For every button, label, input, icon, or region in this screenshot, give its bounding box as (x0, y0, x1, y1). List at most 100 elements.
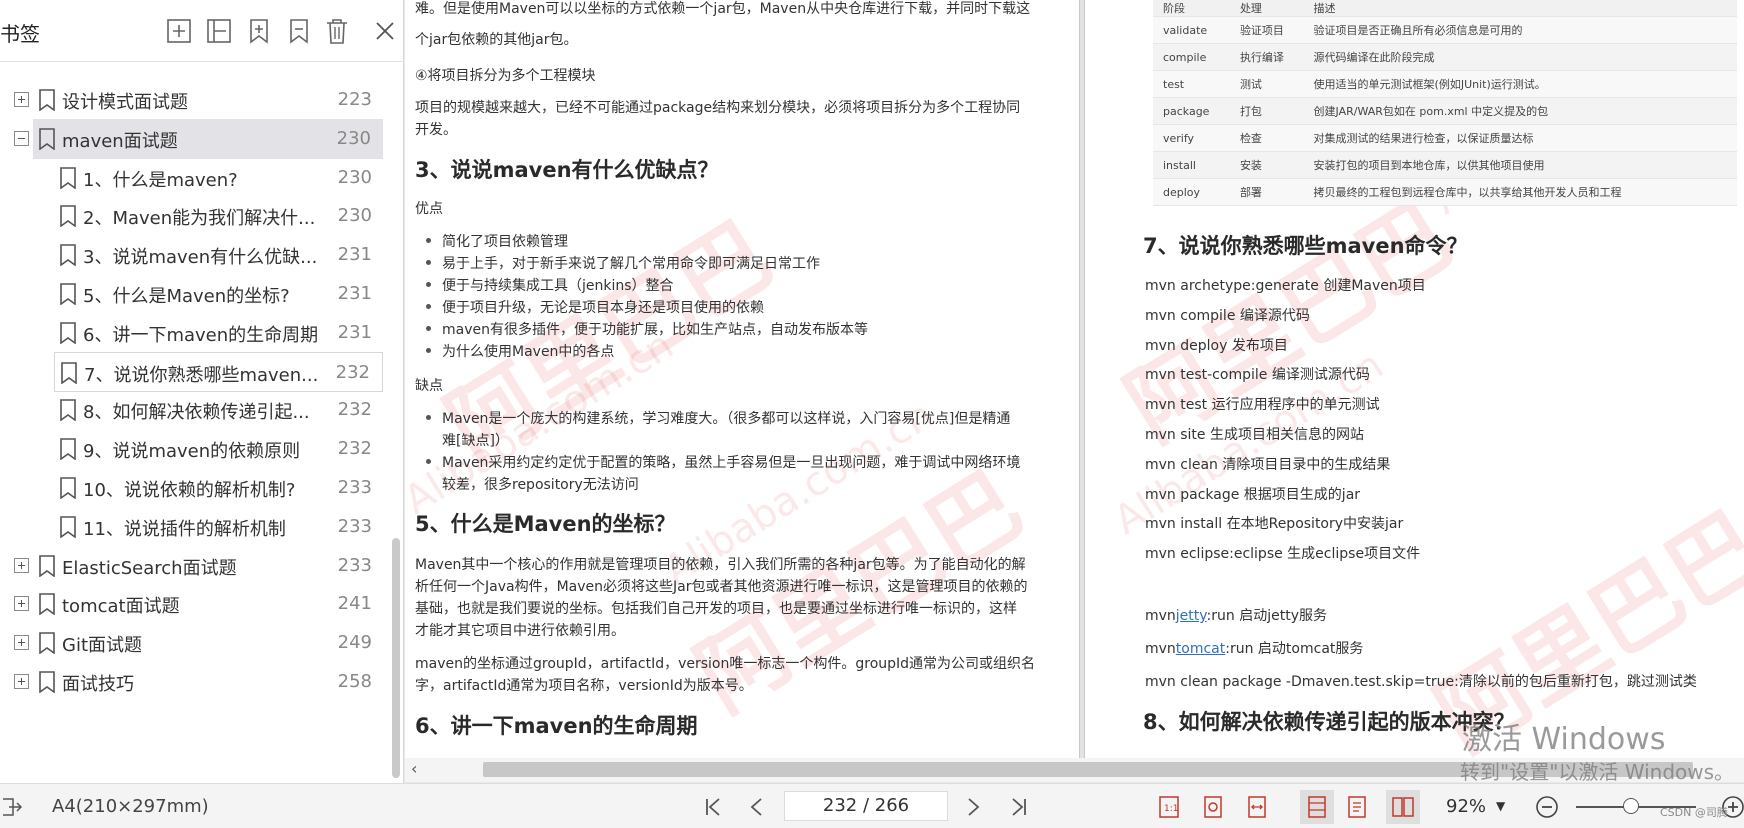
page-number-input[interactable]: 232 / 266 (784, 791, 948, 821)
sidebar-scrollbar[interactable] (392, 538, 400, 778)
table-header-row: 阶段 处理 描述 (1153, 0, 1737, 17)
bookmark-item[interactable]: 11、说说插件的解析机制 233 (0, 507, 384, 547)
table-cell: 测试 (1229, 70, 1304, 98)
document-page-left: 阿里巴巴 阿里巴巴 Alibaba.com.cn Alibaba.com.cn … (405, 0, 1079, 758)
bookmark-label: 8、如何解决依赖传递引起... (83, 402, 310, 424)
document-viewport[interactable]: 阿里巴巴 阿里巴巴 Alibaba.com.cn Alibaba.com.cn … (405, 0, 1744, 758)
bookmark-label: 9、说说maven的依赖原则 (83, 441, 301, 463)
document-page-right: 阿里巴巴 阿里巴巴 Alibaba.com.cn Alibaba.com.cn … (1085, 0, 1744, 758)
expand-icon[interactable] (14, 92, 29, 107)
command-line: mvn archetype:generate 创建Maven项目 (1145, 278, 1426, 294)
bookmark-label: 3、说说maven有什么优缺... (83, 247, 318, 269)
paragraph-line: 开发。 (415, 122, 457, 138)
bookmark-item[interactable]: 设计模式面试题 223 (0, 80, 384, 120)
bookmark-label: 11、说说插件的解析机制 (83, 518, 286, 540)
expand-icon[interactable] (14, 557, 29, 573)
bookmark-item[interactable]: 10、说说依赖的解析机制? 233 (0, 468, 384, 508)
bookmark-item[interactable]: 面试技巧 258 (0, 662, 384, 702)
table-header: 描述 (1303, 0, 1737, 17)
command-line: mvnjetty:run 启动jetty服务 (1145, 608, 1327, 624)
expand-icon[interactable] (14, 635, 29, 651)
paragraph-line: 析任何一个Java构件，Maven必须将这些Jar包或者其他资源进行唯一标识，这… (415, 579, 1028, 595)
exit-icon[interactable] (0, 794, 26, 820)
command-line: mvntomcat:run 启动tomcat服务 (1145, 641, 1364, 657)
bookmark-item[interactable]: 1、什么是maven? 230 (0, 158, 384, 198)
heading-q5: 5、什么是Maven的坐标？ (415, 512, 676, 536)
bookmark-page-number: 232 (337, 438, 372, 460)
last-page-icon[interactable] (1006, 794, 1032, 820)
bookmark-item[interactable]: ElasticSearch面试题 233 (0, 546, 384, 586)
continuous-mode-icon[interactable] (1300, 790, 1334, 824)
previous-page-icon[interactable] (744, 794, 770, 820)
bookmark-item[interactable]: maven面试题 230 (14, 118, 383, 159)
two-page-icon[interactable] (1386, 790, 1420, 824)
delete-icon[interactable] (322, 16, 352, 46)
fit-width-icon[interactable] (1244, 794, 1270, 820)
table-cell: compile (1153, 43, 1230, 71)
bookmark-label: 5、什么是Maven的坐标? (83, 286, 290, 307)
bookmark-icon (38, 554, 56, 578)
table-cell: 使用适当的单元测试框架(例如JUnit)运行测试。 (1303, 70, 1737, 98)
bookmark-icon (59, 321, 77, 345)
bookmark-icon (59, 399, 77, 422)
heading-q3: 3、说说maven有什么优缺点？ (415, 158, 719, 182)
tomcat-link[interactable]: tomcat (1176, 641, 1225, 657)
pdf-reader-window: 书签 设计模式面试题 223 maven面试题 230 1、什么是maven? 230 2、… (0, 0, 1744, 828)
bookmark-page-number: 249 (337, 632, 372, 654)
bookmark-item[interactable]: tomcat面试题 241 (0, 584, 384, 624)
single-page-icon[interactable] (1344, 794, 1370, 820)
zoom-level[interactable]: 92% (1446, 796, 1486, 817)
table-row: install 安装 安装打包的项目到本地仓库，以供其他项目使用 (1153, 151, 1737, 179)
remove-bookmark-icon[interactable] (204, 16, 234, 46)
bookmark-item[interactable]: 7、说说你熟悉哪些maven... 232 (54, 351, 383, 392)
heading-q7: 7、说说你熟悉哪些maven命令？ (1143, 234, 1468, 258)
bookmark-add-child-icon[interactable] (244, 16, 274, 46)
paragraph-line: 基础，也就是我们要说的坐标。包括我们自己开发的项目，也是要通过坐标进行唯一标识的… (415, 601, 1017, 617)
table-cell: 验证项目 (1229, 16, 1304, 44)
paragraph-line: 个jar包依赖的其他jar包。 (415, 32, 578, 48)
table-cell: 创建JAR/WAR包如在 pom.xml 中定义提及的包 (1303, 97, 1737, 125)
list-item: 便于与持续集成工具（jenkins）整合 (426, 275, 674, 295)
bookmark-item[interactable]: 6、讲一下maven的生命周期 231 (0, 313, 384, 353)
bookmark-page-number: 230 (337, 166, 372, 188)
chevron-down-icon[interactable]: ▼ (1496, 799, 1505, 813)
actual-size-icon[interactable]: 1:1 (1156, 794, 1182, 820)
bookmark-icon (38, 671, 56, 694)
next-page-icon[interactable] (960, 794, 986, 820)
table-row: verify 检查 对集成测试的结果进行检查，以保证质量达标 (1153, 124, 1737, 152)
first-page-icon[interactable] (700, 794, 726, 820)
add-bookmark-icon[interactable] (164, 16, 194, 46)
bookmark-item[interactable]: 3、说说maven有什么优缺... 231 (0, 235, 384, 275)
table-header: 处理 (1229, 0, 1304, 17)
table-header: 阶段 (1153, 0, 1230, 17)
command-line: mvn test 运行应用程序中的单元测试 (1145, 397, 1380, 414)
bookmark-item[interactable]: 9、说说maven的依赖原则 232 (0, 429, 384, 469)
bookmark-item[interactable]: 5、什么是Maven的坐标? 231 (0, 274, 384, 314)
command-line: mvn clean 清除项目目录中的生成结果 (1145, 456, 1391, 473)
collapse-icon[interactable] (14, 130, 29, 146)
table-cell: 拷贝最终的工程包到远程仓库中，以共享给其他开发人员和工程 (1303, 178, 1737, 206)
bookmark-icon (59, 244, 77, 267)
table-cell: 对集成测试的结果进行检查，以保证质量达标 (1303, 124, 1737, 152)
expand-icon[interactable] (14, 596, 29, 612)
bookmark-item[interactable]: 8、如何解决依赖传递引起... 232 (0, 390, 384, 430)
bookmark-collapse-icon[interactable] (284, 16, 314, 46)
bookmark-page-number: 233 (337, 515, 372, 537)
zoom-out-icon[interactable] (1534, 794, 1560, 820)
bookmark-item[interactable]: 2、Maven能为我们解决什... 230 (0, 196, 384, 236)
rotate-page-icon[interactable] (1200, 794, 1226, 820)
bookmark-icon (38, 89, 56, 112)
expand-icon[interactable] (14, 674, 29, 689)
list-item: 简化了项目依赖管理 (426, 231, 568, 251)
bookmark-item[interactable]: Git面试题 249 (0, 623, 384, 663)
command-line: mvn clean package -Dmaven.test.skip=true… (1145, 674, 1697, 690)
zoom-slider-handle[interactable] (1623, 798, 1640, 814)
bookmark-page-number: 241 (337, 593, 372, 615)
table-cell: 源代码编译在此阶段完成 (1303, 43, 1737, 71)
list-item: 易于上手，对于新手来说了解几个常用命令即可满足日常工作 (426, 253, 820, 273)
scroll-left-icon[interactable]: ‹ (411, 759, 417, 778)
close-icon[interactable] (370, 16, 400, 46)
jetty-link[interactable]: jetty (1176, 608, 1207, 624)
bookmark-page-number: 258 (337, 671, 372, 692)
bookmark-label: 7、说说你熟悉哪些maven... (84, 364, 319, 386)
